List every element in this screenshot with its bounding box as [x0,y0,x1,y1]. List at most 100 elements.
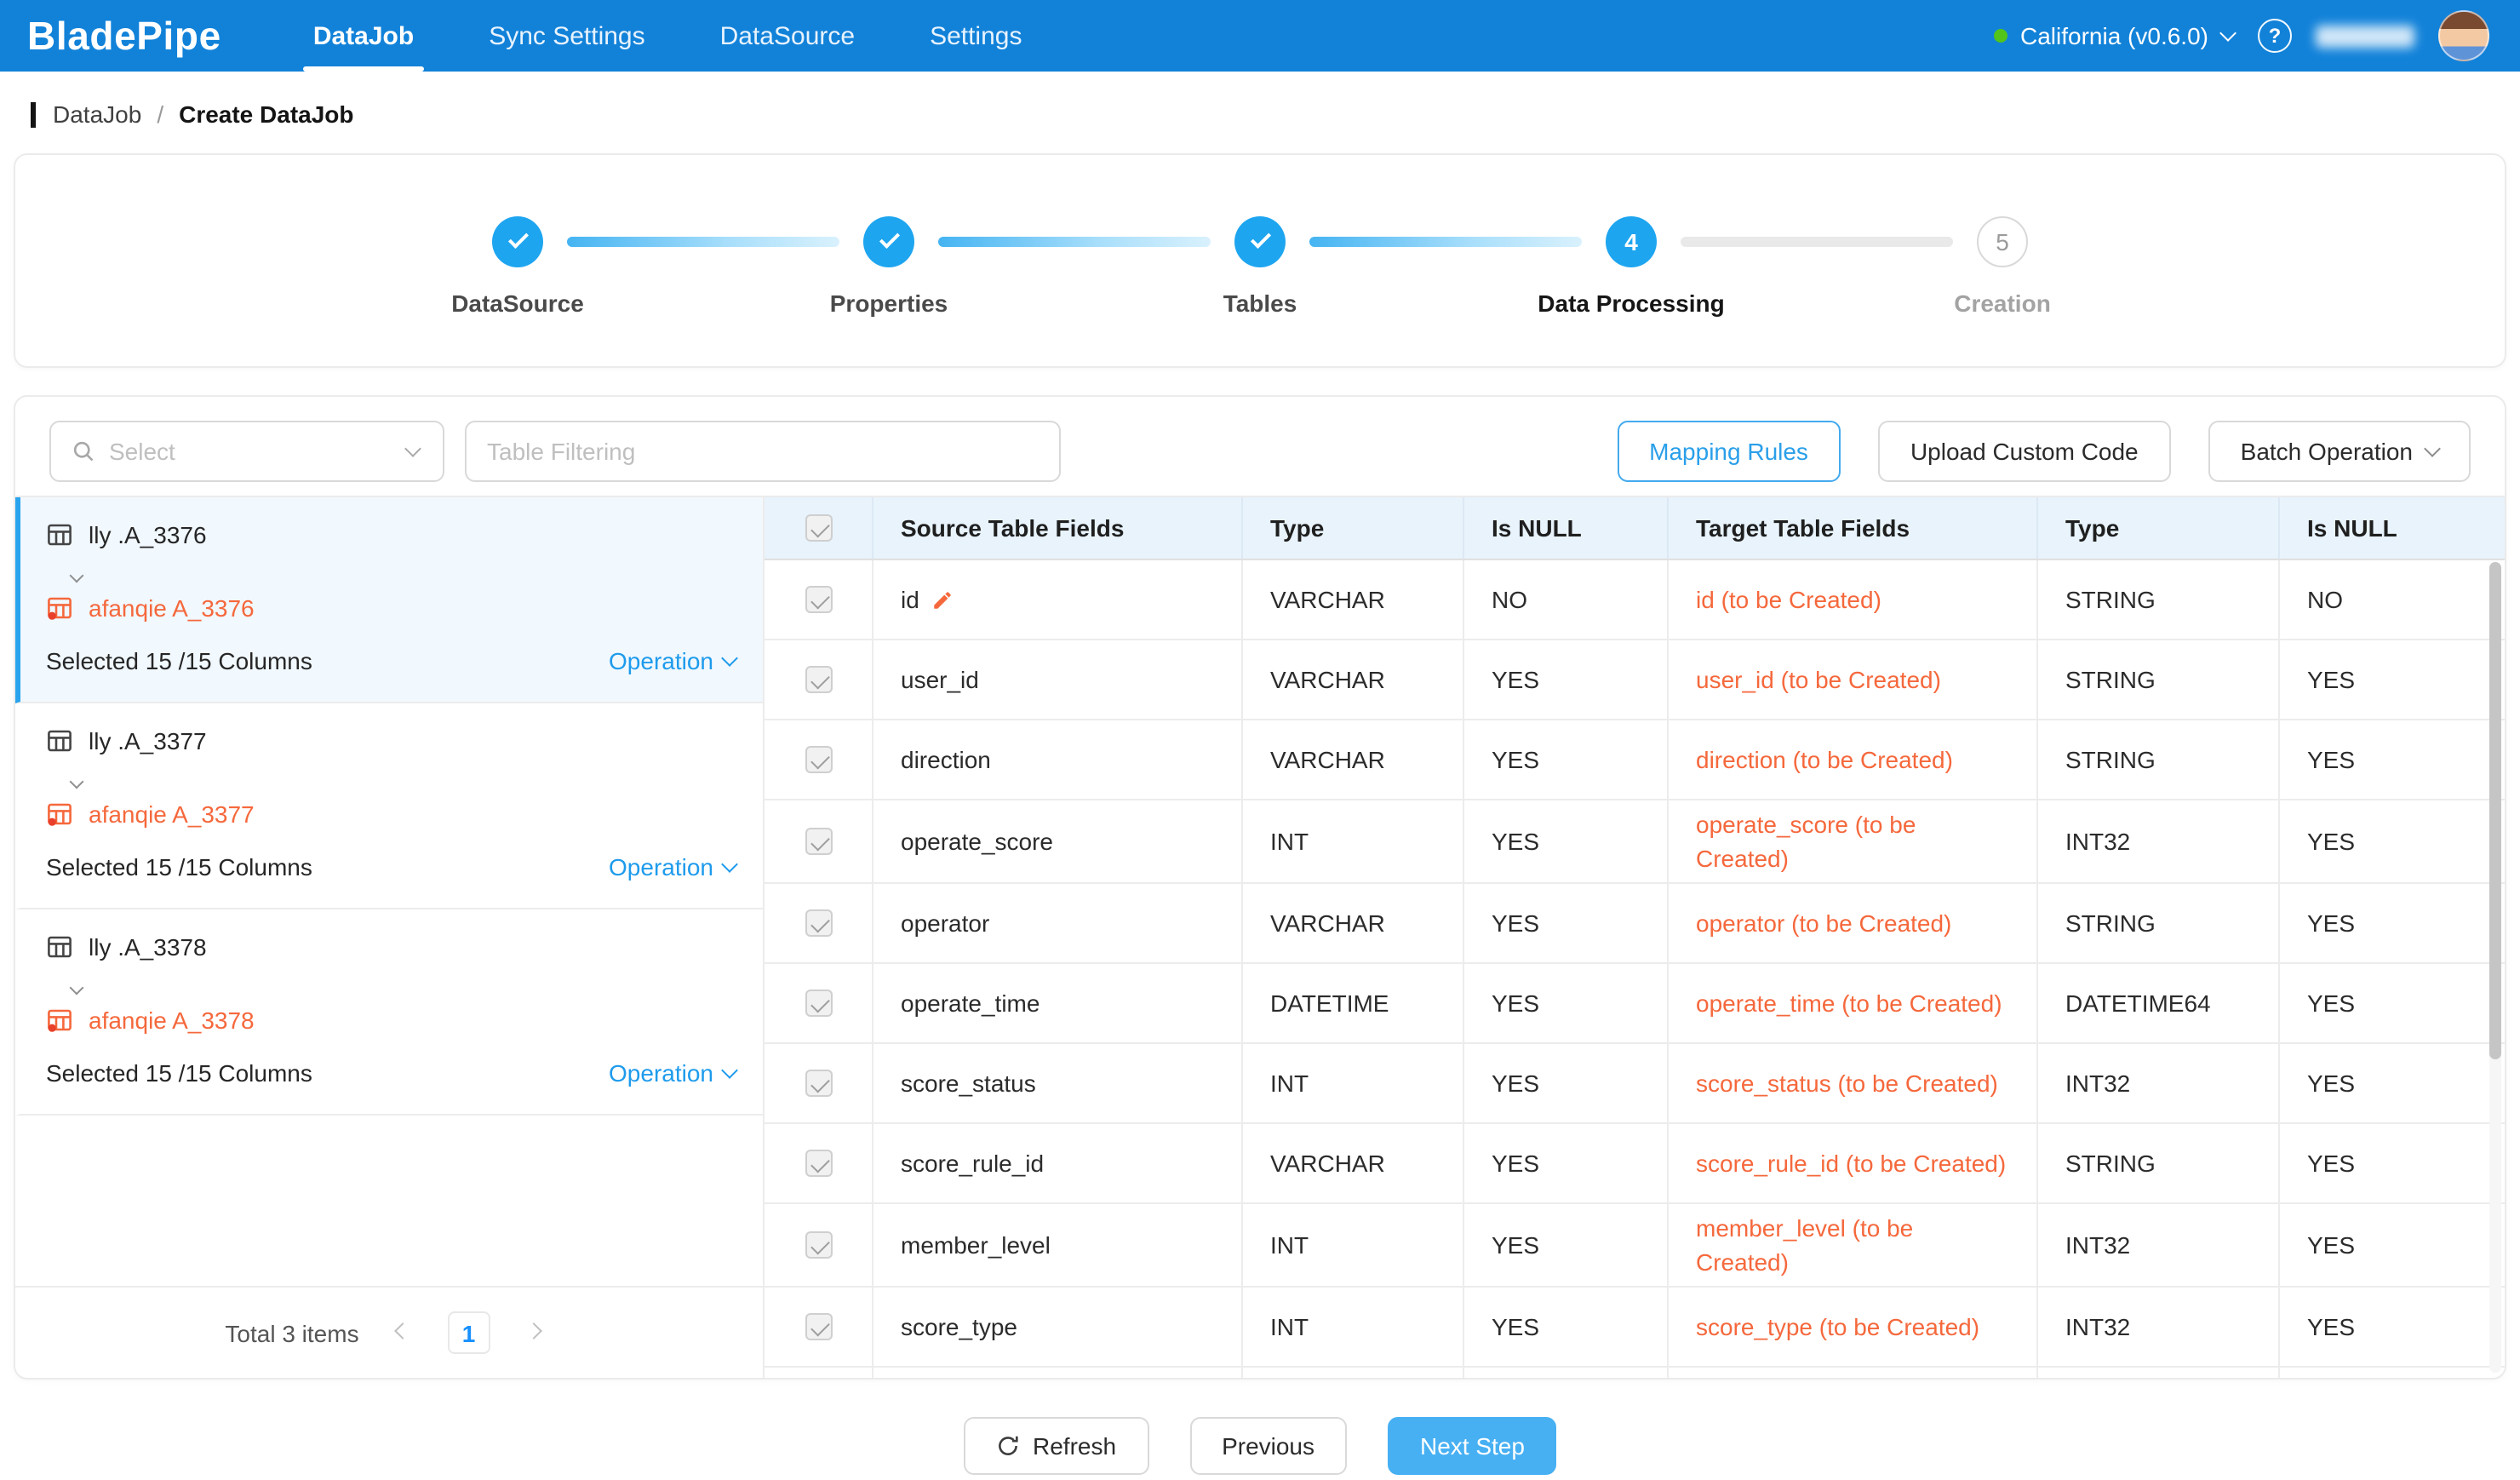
selection-row: Selected 15 /15 Columns Operation [46,644,736,678]
batch-operation-button[interactable]: Batch Operation [2208,421,2471,482]
nav-item-sync-settings[interactable]: Sync Settings [475,0,658,72]
previous-button[interactable]: Previous [1189,1417,1347,1475]
operation-link[interactable]: Operation [609,1059,736,1087]
next-step-button[interactable]: Next Step [1388,1417,1557,1475]
cell-target-isnull: YES [2280,884,2505,962]
step-done-icon [1234,215,1286,267]
table-list-item[interactable]: lly .A_3376 afanqie A_3376 Selected 15 /… [15,497,763,703]
cell-target-type: DATETIME64 [2038,964,2280,1042]
cell-select [765,560,873,639]
toolbar-buttons: Mapping Rules Upload Custom Code Batch O… [1617,421,2471,482]
user-avatar[interactable] [2438,10,2489,61]
cell-source-isnull: YES [1464,1124,1669,1202]
step-label: Creation [1954,289,2051,316]
select-dropdown[interactable]: Select [49,421,444,482]
left-panel-spacer [15,1116,763,1286]
target-table-row: afanqie A_3376 [46,591,736,625]
region-selector[interactable]: California (v0.6.0) [1993,22,2234,49]
nav-item-settings[interactable]: Settings [916,0,1035,72]
vertical-scrollbar-track[interactable] [2489,562,2501,1373]
source-table-name: lly .A_3376 [89,521,207,548]
table-header-row: Source Table Fields Type Is NULL Target … [765,497,2505,560]
source-table-row: lly .A_3378 [46,930,736,964]
row-checkbox[interactable] [805,586,832,613]
cell-source-field: id [873,560,1243,639]
nav-item-label: DataJob [313,21,414,50]
check-icon [879,227,899,248]
chevron-down-icon [721,650,738,667]
operation-label: Operation [609,853,713,881]
cell-source-field: score_status [873,1044,1243,1122]
cell-source-field: score_type [873,1288,1243,1366]
pagination-page-1[interactable]: 1 [448,1311,490,1354]
row-checkbox[interactable] [805,828,832,855]
row-checkbox[interactable] [805,1070,832,1097]
upload-custom-code-button[interactable]: Upload Custom Code [1878,421,2171,482]
row-checkbox[interactable] [805,666,832,693]
table-filtering-input[interactable] [465,421,1061,482]
cell-target-field: score_rule_id (to be Created) [1669,1124,2038,1202]
operation-link[interactable]: Operation [609,853,736,881]
row-checkbox[interactable] [805,1313,832,1340]
vertical-scrollbar-thumb[interactable] [2489,562,2501,1059]
fields-mapping-table: Source Table Fields Type Is NULL Target … [765,497,2505,1378]
pagination-next-icon[interactable] [516,1314,553,1351]
operation-link[interactable]: Operation [609,647,736,674]
cell-select [765,1288,873,1366]
cell-source-type: INT [1243,1204,1464,1286]
cell-source-isnull: YES [1464,720,1669,799]
row-checkbox[interactable] [805,990,832,1017]
table-list-item[interactable]: lly .A_3377 afanqie A_3377 Selected 15 /… [15,703,763,909]
cell-target-type: INT32 [2038,1044,2280,1122]
table-row: score_type INT YES score_type (to be Cre… [765,1288,2505,1368]
select-placeholder: Select [109,438,393,465]
mapping-rules-button[interactable]: Mapping Rules [1617,421,1841,482]
row-checkbox[interactable] [805,1150,832,1177]
target-table-row: afanqie A_3377 [46,797,736,831]
nav-item-datajob[interactable]: DataJob [300,0,427,72]
chevron-down-icon [721,1062,738,1079]
cell-source-field: operate_score [873,800,1243,882]
step-done-icon [863,215,914,267]
cell-select [765,640,873,719]
cell-source-isnull: NO [1464,560,1669,639]
cell-source-isnull: YES [1464,1288,1669,1366]
row-checkbox[interactable] [805,909,832,937]
header-select-all [765,497,873,559]
cell-source-isnull: YES [1464,1204,1669,1286]
step-creation: 5 Creation [1977,215,2028,316]
cell-target-isnull: YES [2280,1288,2505,1366]
target-table-icon [46,800,73,828]
refresh-button[interactable]: Refresh [963,1417,1148,1475]
brand-logo[interactable]: BladePipe [27,13,221,59]
cell-target-type: STRING [2038,1124,2280,1202]
refresh-icon [995,1434,1019,1458]
row-checkbox[interactable] [805,1231,832,1259]
select-all-checkbox[interactable] [805,514,832,542]
cell-target-isnull: YES [2280,640,2505,719]
cell-select [765,1124,873,1202]
pagination-prev-icon[interactable] [385,1314,422,1351]
breadcrumb-parent[interactable]: DataJob [53,100,141,128]
nav-item-datasource[interactable]: DataSource [707,0,868,72]
row-checkbox[interactable] [805,746,832,773]
cell-target-field: id (to be Created) [1669,560,2038,639]
footer-actions: Refresh Previous Next Step [0,1417,2520,1475]
nav-item-label: DataSource [720,21,855,50]
header-target-type: Type [2038,497,2280,559]
toolbar: Select Mapping Rules Upload Custom Code … [15,397,2505,496]
edit-pencil-icon[interactable] [931,588,954,611]
operation-label: Operation [609,647,713,674]
help-icon[interactable]: ? [2258,19,2292,53]
cell-target-field [1669,1368,2038,1378]
table-row: user_id VARCHAR YES user_id (to be Creat… [765,640,2505,720]
top-navbar: BladePipe DataJob Sync Settings DataSour… [0,0,2520,72]
step-done-icon [492,215,543,267]
cell-target-type: STRING [2038,640,2280,719]
cell-source-field: operate_time [873,964,1243,1042]
table-row: member_level INT YES member_level (to be… [765,1204,2505,1288]
table-list-item[interactable]: lly .A_3378 afanqie A_3378 Selected 15 /… [15,909,763,1116]
username-redacted [2316,25,2414,47]
cell-target-type [2038,1368,2280,1378]
mapping-arrow-icon [72,971,736,998]
